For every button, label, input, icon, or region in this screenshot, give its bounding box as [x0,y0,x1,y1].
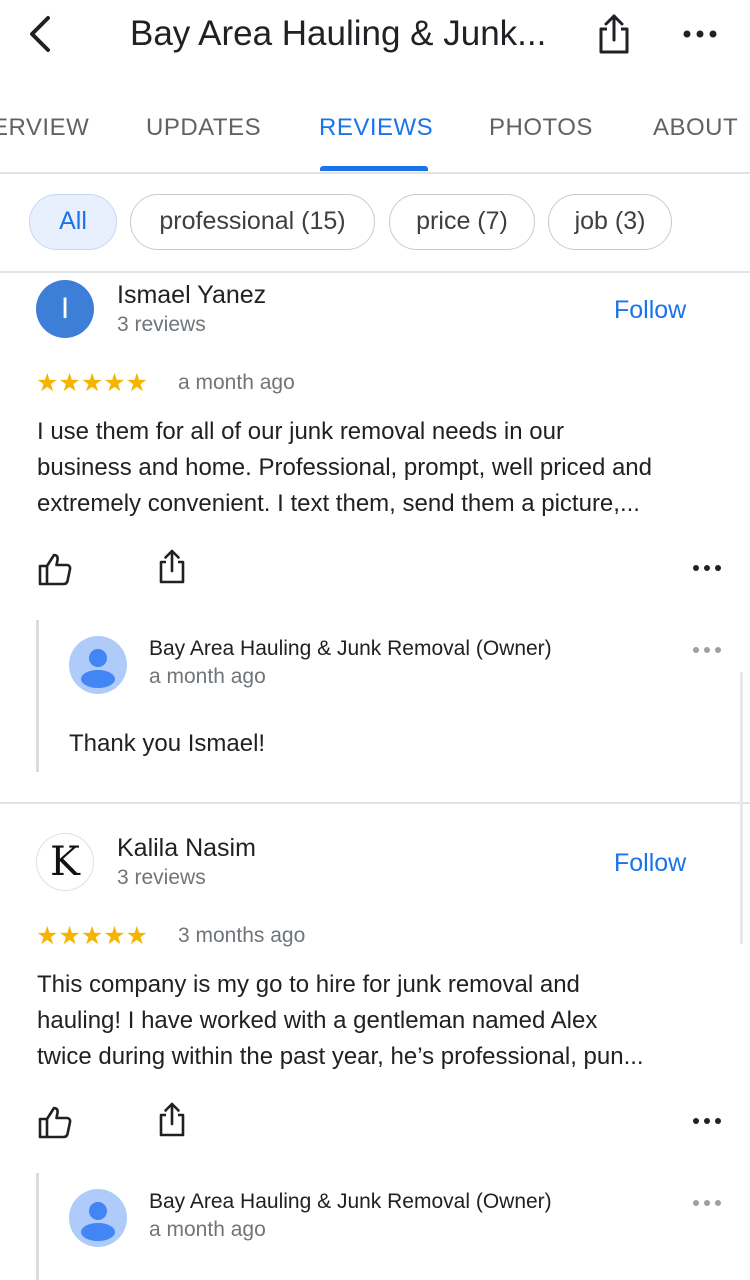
thumbs-up-icon [38,1106,72,1139]
star-rating: ★★★★★ [36,922,149,950]
reviewer-name[interactable]: Ismael Yanez [117,280,266,310]
review-more-button[interactable] [690,1111,724,1131]
chip-price[interactable]: price (7) [389,194,535,250]
review-text-line: twice during within the past year, he’s … [37,1043,644,1070]
divider [0,802,750,804]
tab-updates[interactable]: UPDATES [146,110,261,146]
owner-name: Bay Area Hauling & Junk Removal (Owner) [149,1190,552,1213]
tab-bar: ERVIEW UPDATES REVIEWS PHOTOS ABOUT [0,100,750,174]
follow-button[interactable]: Follow [614,295,686,325]
review-text[interactable]: I use them for all of our junk removal n… [37,414,727,522]
tab-about[interactable]: ABOUT [653,110,738,146]
person-icon [81,1202,115,1241]
scrollbar[interactable] [740,672,743,944]
owner-name: Bay Area Hauling & Junk Removal (Owner) [149,637,552,660]
review-text[interactable]: This company is my go to hire for junk r… [37,967,727,1075]
divider [0,271,750,273]
chip-professional[interactable]: professional (15) [130,194,375,250]
person-icon [81,649,115,688]
thumbs-up-icon [38,553,72,586]
page-title: Bay Area Hauling & Junk... [130,14,547,53]
tab-reviews[interactable]: REVIEWS [319,110,433,146]
reviewer-review-count: 3 reviews [117,866,206,889]
more-horiz-icon [693,1200,721,1206]
share-review-button[interactable] [154,549,190,585]
share-icon [159,549,185,584]
owner-avatar [69,636,127,694]
tab-photos[interactable]: PHOTOS [489,110,593,146]
owner-reply-date: a month ago [149,665,266,688]
share-button[interactable] [592,12,636,56]
review-text-line: hauling! I have worked with a gentleman … [37,1007,598,1034]
owner-reply-bar [36,1173,39,1280]
star-rating: ★★★★★ [36,369,149,397]
reviewer-name[interactable]: Kalila Nasim [117,833,256,863]
owner-avatar [69,1189,127,1247]
more-horiz-icon [693,565,721,571]
review-text-line: extremely convenient. I text them, send … [37,490,640,517]
more-options-button[interactable] [680,14,720,54]
owner-reply-date: a month ago [149,1218,266,1241]
share-review-button[interactable] [154,1102,190,1138]
like-button[interactable] [37,1104,73,1140]
share-icon [599,14,629,54]
owner-reply-bar [36,620,39,772]
reviewer-review-count: 3 reviews [117,313,206,336]
review-date: a month ago [178,371,295,394]
share-icon [159,1102,185,1137]
tab-overview[interactable]: ERVIEW [0,110,89,146]
top-bar: Bay Area Hauling & Junk... [0,0,750,70]
avatar[interactable]: I [36,280,94,338]
avatar[interactable]: K [36,833,94,891]
chip-job[interactable]: job (3) [548,194,672,250]
more-horiz-icon [683,30,717,38]
follow-button[interactable]: Follow [614,848,686,878]
owner-reply-more-button[interactable] [690,1193,724,1213]
like-button[interactable] [37,551,73,587]
chevron-left-icon [30,16,50,52]
more-horiz-icon [693,1118,721,1124]
review-more-button[interactable] [690,558,724,578]
active-tab-indicator [320,166,428,171]
review-text-line: I use them for all of our junk removal n… [37,418,564,445]
owner-reply-text: Thank you Ismael! [69,730,266,757]
review-date: 3 months ago [178,924,306,947]
back-button[interactable] [22,12,62,56]
owner-reply-more-button[interactable] [690,640,724,660]
chip-all[interactable]: All [29,194,117,250]
review-text-line: This company is my go to hire for junk r… [37,971,580,998]
review-text-line: business and home. Professional, prompt,… [37,454,652,481]
more-horiz-icon [693,647,721,653]
